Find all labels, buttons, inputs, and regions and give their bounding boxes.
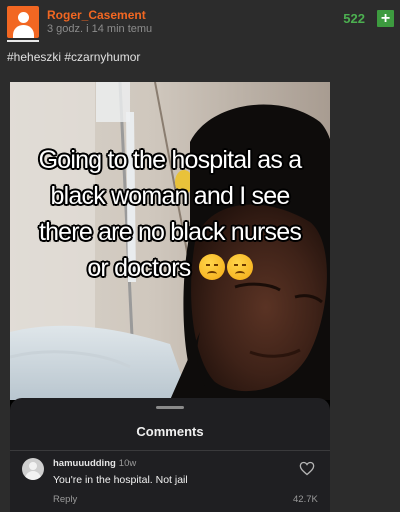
- reply-button[interactable]: Reply: [53, 494, 77, 505]
- caption-line-with-emojis: or doctors: [10, 250, 330, 286]
- commenter-avatar-icon[interactable]: [22, 458, 44, 480]
- caption-line: or doctors: [87, 254, 191, 282]
- comment-like-count: 42.7K: [293, 494, 318, 505]
- sheet-grabber[interactable]: [156, 406, 184, 409]
- embedded-image[interactable]: Going to the hospital as a black woman a…: [10, 82, 330, 512]
- avatar-underline: [7, 40, 39, 42]
- comments-sheet: Comments hamuuudding 10w You're in the ho…: [10, 398, 330, 512]
- post-header: Roger_Casement 3 godz. i 14 min temu 522…: [0, 0, 400, 46]
- image-caption: Going to the hospital as a black woman a…: [10, 142, 330, 286]
- upvote-button[interactable]: +: [377, 10, 394, 27]
- heart-icon[interactable]: [299, 461, 315, 476]
- comment-age: 10w: [118, 458, 137, 469]
- vote-count: 522: [343, 11, 365, 26]
- comment-username[interactable]: hamuuudding: [53, 458, 116, 469]
- caption-line: there are no black nurses: [38, 218, 302, 246]
- caption-line: Going to the hospital as a: [38, 146, 303, 174]
- comments-title: Comments: [136, 424, 204, 439]
- comment-text: You're in the hospital. Not jail: [53, 474, 188, 486]
- caption-line: black woman and I see: [50, 182, 291, 210]
- post-tags[interactable]: #heheszki #czarnyhumor: [7, 50, 140, 64]
- weary-face-icon: [198, 254, 225, 280]
- username-link[interactable]: Roger_Casement: [47, 8, 146, 22]
- user-avatar-icon[interactable]: [7, 6, 39, 38]
- pensive-face-icon: [226, 254, 253, 280]
- comment-author[interactable]: hamuuudding 10w: [53, 458, 136, 469]
- divider: [10, 450, 330, 451]
- post-timestamp: 3 godz. i 14 min temu: [47, 23, 153, 35]
